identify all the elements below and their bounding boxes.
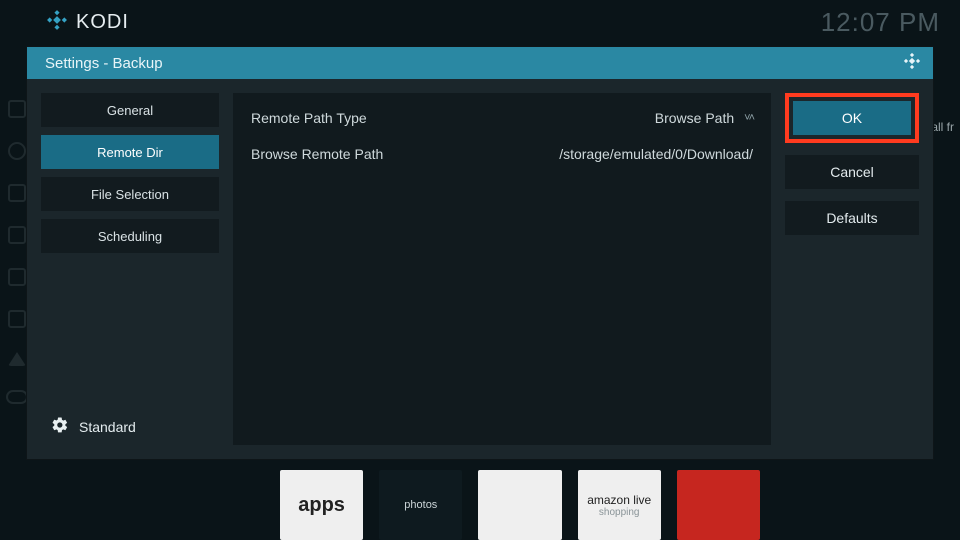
sidebar-item-remote-dir[interactable]: Remote Dir: [41, 135, 219, 169]
sidebar-item-file-selection[interactable]: File Selection: [41, 177, 219, 211]
rail-icon: [8, 226, 26, 244]
rail-icon: [8, 184, 26, 202]
bg-tile: amazon liveshopping: [578, 470, 661, 540]
rail-icon: [8, 310, 26, 328]
clock: 12:07 PM: [821, 7, 940, 38]
setting-row-remote-path-type[interactable]: Remote Path Type Browse Path ˅˄: [251, 107, 753, 129]
dialog-body: General Remote Dir File Selection Schedu…: [27, 79, 933, 459]
sidebar-item-scheduling[interactable]: Scheduling: [41, 219, 219, 253]
settings-main-panel: Remote Path Type Browse Path ˅˄ Browse R…: [233, 93, 771, 445]
button-label: Defaults: [826, 210, 877, 226]
background-tiles: apps photos amazon liveshopping: [0, 470, 960, 540]
bg-tile: [677, 470, 760, 540]
dialog-buttons: OK Cancel Defaults: [785, 93, 919, 445]
rail-icon: [8, 268, 26, 286]
rail-icon: [8, 142, 26, 160]
setting-label: Remote Path Type: [251, 110, 367, 126]
brand-text: KODI: [76, 11, 129, 34]
settings-level[interactable]: Standard: [51, 416, 136, 437]
bg-tile: photos: [379, 470, 462, 540]
bg-tile: [478, 470, 561, 540]
setting-value: Browse Path ˅˄: [655, 110, 753, 126]
sidebar-item-label: Remote Dir: [97, 145, 163, 160]
settings-sidebar: General Remote Dir File Selection Schedu…: [41, 93, 219, 445]
kodi-logo-icon: [46, 9, 68, 36]
sidebar-item-general[interactable]: General: [41, 93, 219, 127]
gear-icon: [51, 416, 69, 437]
sidebar-item-label: General: [107, 103, 153, 118]
setting-row-browse-remote-path[interactable]: Browse Remote Path /storage/emulated/0/D…: [251, 143, 753, 165]
setting-value: /storage/emulated/0/Download/: [559, 146, 753, 162]
button-label: Cancel: [830, 164, 874, 180]
sidebar-item-label: Scheduling: [98, 229, 162, 244]
rail-icon: [8, 352, 26, 366]
setting-label: Browse Remote Path: [251, 146, 383, 162]
defaults-button[interactable]: Defaults: [785, 201, 919, 235]
rail-icon: [6, 390, 28, 404]
dialog-title: Settings - Backup: [45, 55, 163, 72]
settings-level-label: Standard: [79, 419, 136, 435]
ok-button-highlight: OK: [785, 93, 919, 143]
button-label: OK: [842, 110, 862, 126]
background-text: all fr: [931, 120, 954, 134]
topbar: KODI 12:07 PM: [0, 0, 960, 44]
brand: KODI: [46, 9, 129, 36]
spinner-icon[interactable]: ˅˄: [744, 112, 753, 124]
ok-button[interactable]: OK: [793, 101, 911, 135]
rail-icon: [8, 100, 26, 118]
settings-dialog: Settings - Backup General Remote Dir Fil…: [26, 46, 934, 460]
kodi-logo-icon: [903, 52, 921, 74]
setting-value-text: Browse Path: [655, 110, 734, 126]
bg-tile: apps: [280, 470, 363, 540]
sidebar-item-label: File Selection: [91, 187, 169, 202]
dialog-header: Settings - Backup: [27, 47, 933, 79]
cancel-button[interactable]: Cancel: [785, 155, 919, 189]
